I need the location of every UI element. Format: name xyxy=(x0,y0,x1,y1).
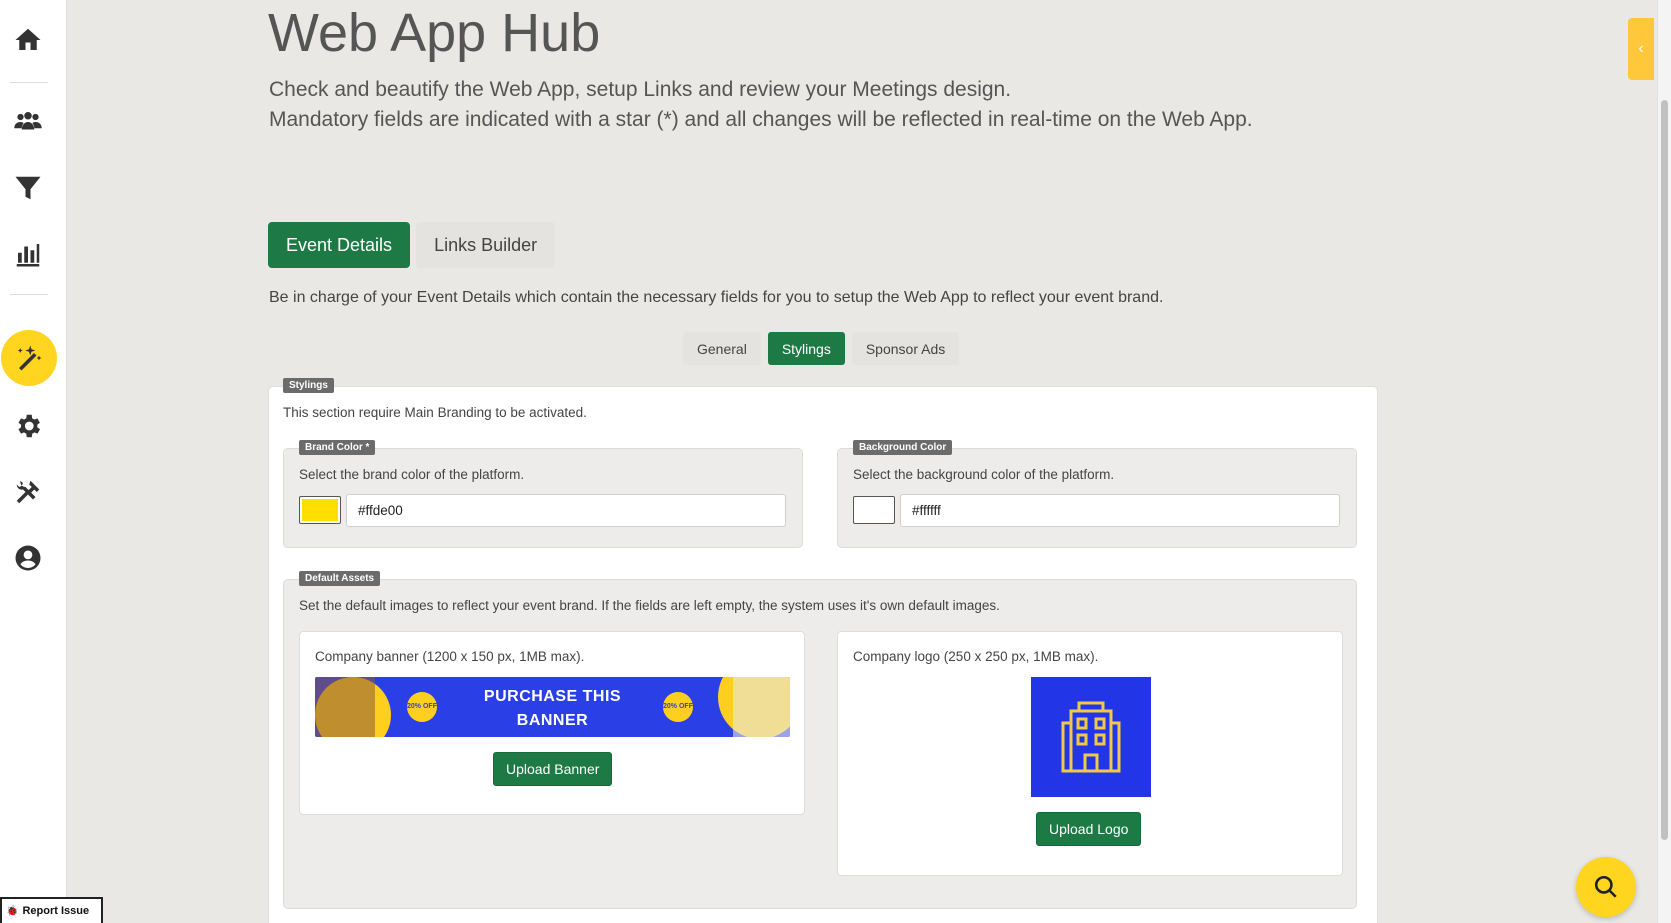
brand-color-description: Select the brand color of the platform. xyxy=(299,467,525,482)
background-color-tag: Background Color xyxy=(853,440,953,455)
bar-chart-icon xyxy=(16,244,40,267)
background-color-fieldset: Background Color Select the background c… xyxy=(837,440,1357,548)
tab-event-details[interactable]: Event Details xyxy=(268,222,411,268)
sidebar-item-users[interactable] xyxy=(0,94,56,150)
search-icon xyxy=(1594,875,1617,898)
chevron-left-icon: ‹ xyxy=(1638,40,1644,57)
upload-logo-button[interactable]: Upload Logo xyxy=(1036,812,1142,846)
tab-description: Be in charge of your Event Details which… xyxy=(269,289,1164,306)
stylings-panel: Stylings This section require Main Brand… xyxy=(268,378,1378,923)
brand-color-swatch-fill xyxy=(302,499,338,521)
sidebar-item-settings[interactable] xyxy=(0,398,56,454)
background-color-swatch-fill xyxy=(856,499,892,521)
sidebar-item-filter[interactable] xyxy=(0,160,56,216)
user-circle-icon xyxy=(15,545,41,571)
sidebar-item-home[interactable] xyxy=(0,12,56,68)
logo-card: Company logo (250 x 250 px, 1MB max). Up… xyxy=(837,631,1343,876)
logo-label: Company logo (250 x 250 px, 1MB max). xyxy=(853,649,1099,664)
default-assets-tag: Default Assets xyxy=(299,571,381,586)
brand-color-fieldset: Brand Color * Select the brand color of … xyxy=(283,440,803,548)
bug-icon: 🐞 xyxy=(6,905,19,917)
gear-icon xyxy=(18,414,40,438)
home-icon xyxy=(15,28,41,50)
page-title: Web App Hub xyxy=(268,3,601,63)
banner-card: Company banner (1200 x 150 px, 1MB max).… xyxy=(299,631,805,815)
subtab-general[interactable]: General xyxy=(683,332,761,365)
sidebar-item-web-app-hub[interactable] xyxy=(1,330,57,386)
sidebar xyxy=(0,0,67,923)
sidebar-item-account[interactable] xyxy=(0,530,56,586)
tools-icon xyxy=(16,480,40,504)
banner-text: PURCHASE THIS BANNER xyxy=(315,685,790,733)
sidebar-item-analytics[interactable] xyxy=(0,226,56,282)
logo-image xyxy=(1031,677,1151,797)
background-color-description: Select the background color of the platf… xyxy=(853,467,1115,482)
brand-color-input[interactable] xyxy=(346,494,786,527)
brand-color-swatch[interactable] xyxy=(299,496,341,524)
sidebar-divider xyxy=(10,82,48,83)
search-button[interactable] xyxy=(1576,857,1636,917)
sidebar-divider xyxy=(10,294,48,295)
sub-tabs: General Stylings Sponsor Ads xyxy=(683,332,960,365)
subtitle-line-1: Check and beautify the Web App, setup Li… xyxy=(269,78,1012,101)
brand-color-tag: Brand Color * xyxy=(299,440,376,455)
report-issue-button[interactable]: 🐞 Report Issue xyxy=(0,897,104,923)
page-scrollbar[interactable] xyxy=(1657,0,1671,923)
default-assets-fieldset: Default Assets Set the default images to… xyxy=(283,571,1357,909)
stylings-note: This section require Main Branding to be… xyxy=(283,405,587,420)
subtab-stylings[interactable]: Stylings xyxy=(767,332,845,365)
tab-links-builder[interactable]: Links Builder xyxy=(416,222,556,268)
default-assets-description: Set the default images to reflect your e… xyxy=(299,598,1000,613)
upload-banner-button[interactable]: Upload Banner xyxy=(493,752,613,786)
banner-text-line-1: PURCHASE THIS xyxy=(483,688,622,705)
building-icon xyxy=(1061,701,1121,773)
page-subtitle: Check and beautify the Web App, setup Li… xyxy=(269,75,1253,135)
stylings-tag: Stylings xyxy=(283,378,334,393)
magic-wand-icon xyxy=(17,345,42,371)
sidebar-item-tools[interactable] xyxy=(0,464,56,520)
background-color-swatch[interactable] xyxy=(853,496,895,524)
report-issue-label: Report Issue xyxy=(22,905,90,917)
scrollbar-thumb[interactable] xyxy=(1661,100,1668,840)
main-content: Web App Hub Check and beautify the Web A… xyxy=(67,0,1657,923)
background-color-input[interactable] xyxy=(900,494,1340,527)
filter-icon xyxy=(15,176,41,200)
banner-image: 20% OFF 20% OFF PURCHASE THIS BANNER xyxy=(315,677,790,737)
banner-text-line-2: BANNER xyxy=(516,712,589,729)
users-icon xyxy=(14,112,42,130)
banner-label: Company banner (1200 x 150 px, 1MB max). xyxy=(315,649,585,664)
collapse-panel-toggle[interactable]: ‹ xyxy=(1628,18,1654,80)
subtitle-line-2: Mandatory fields are indicated with a st… xyxy=(269,108,1253,131)
main-tabs: Event Details Links Builder xyxy=(268,222,556,268)
subtab-sponsor-ads[interactable]: Sponsor Ads xyxy=(851,332,960,365)
